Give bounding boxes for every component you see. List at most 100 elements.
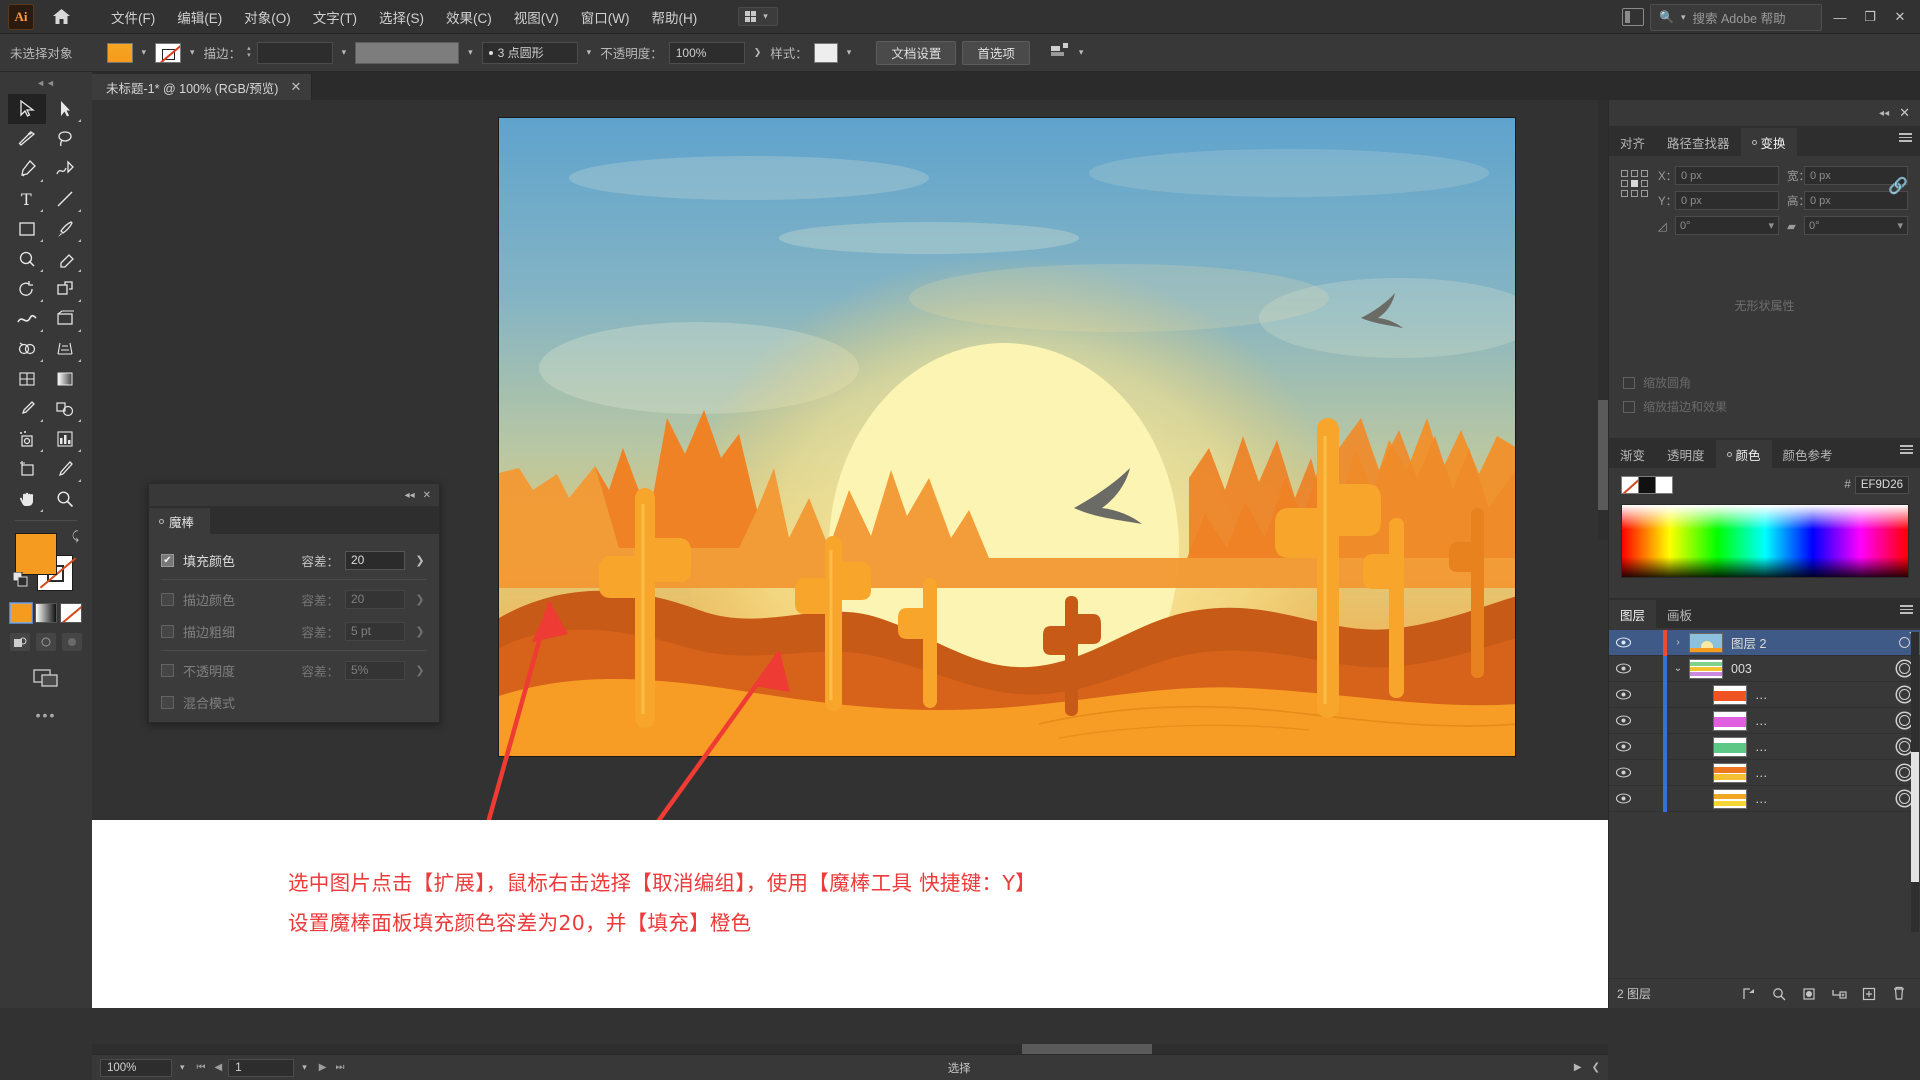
mesh-tool[interactable] [8,364,46,394]
none-mode-button[interactable] [60,603,82,623]
window-restore-button[interactable]: ❐ [1858,6,1882,28]
tolerance-slider-arrow-stroke-color[interactable]: ❯ [413,593,427,606]
color-spectrum-ramp[interactable] [1621,504,1909,578]
panel-menu-icon[interactable] [1900,605,1913,614]
line-segment-tool[interactable] [46,184,84,214]
swatch-none[interactable] [1621,476,1639,494]
hex-input[interactable]: EF9D26 [1854,476,1909,494]
tab-transform[interactable]: 变换 [1740,128,1797,156]
locate-object-icon[interactable] [1735,983,1763,1005]
canvas-horizontal-scrollbar[interactable] [92,1044,1608,1054]
eye-icon[interactable] [1609,767,1637,778]
checkbox-scale-strokes-row[interactable]: 缩放描边和效果 [1623,398,1908,415]
gradient-tool[interactable] [46,364,84,394]
menu-item-file[interactable]: 文件(F) [100,3,166,31]
perspective-grid-tool[interactable] [46,334,84,364]
layer-name[interactable]: … [1755,714,1887,728]
wand-row-stroke-weight[interactable]: 描边粗细 容差： 5 pt ❯ [161,615,427,647]
zoom-level-field[interactable]: 100% [100,1058,172,1077]
tab-magic-wand[interactable]: 魔棒 [149,508,211,534]
opacity-field[interactable]: 100% [668,41,745,64]
status-collapse-icon[interactable]: ❮ [1592,1062,1600,1073]
checkbox-stroke-weight[interactable] [161,624,174,638]
checkbox-scale-corners-row[interactable]: 缩放圆角 [1623,374,1908,391]
width-tool[interactable] [8,304,46,334]
eye-icon[interactable] [1609,793,1637,804]
reference-point-selector[interactable] [1621,170,1648,197]
search-adobe-help[interactable]: 🔍 ▾ 搜索 Adobe 帮助 [1650,3,1822,31]
slice-tool[interactable] [46,454,84,484]
chevron-down-icon[interactable]: ▾ [1076,47,1087,58]
zoom-tool[interactable] [46,484,84,514]
swap-fill-stroke-icon[interactable]: ⤹ [72,529,79,544]
selection-tool[interactable] [8,94,46,124]
rectangle-tool[interactable] [8,214,46,244]
tolerance-input-opacity[interactable]: 5% [345,660,405,680]
layer-row[interactable]: … [1609,785,1920,812]
checkbox-fill-color[interactable]: ✔ [161,553,174,567]
document-setup-button[interactable]: 文档设置 [876,40,957,65]
create-new-layer-icon[interactable] [1855,983,1883,1005]
x-field[interactable]: 0 px [1675,166,1779,185]
constrain-proportions-icon[interactable]: 🔗 [1888,176,1908,196]
wand-row-opacity[interactable]: 不透明度 容差： 5% ❯ [161,654,427,686]
search-layers-icon[interactable] [1765,983,1793,1005]
artboard-number-field[interactable]: 1 [228,1058,295,1077]
menu-item-effect[interactable]: 效果(C) [435,3,503,31]
layer-row[interactable]: … [1609,707,1920,734]
panel-menu-icon[interactable] [1899,133,1912,142]
menu-item-select[interactable]: 选择(S) [368,3,435,31]
menu-item-type[interactable]: 文字(T) [302,3,368,31]
make-clipping-mask-icon[interactable] [1795,983,1823,1005]
tab-color[interactable]: 颜色 [1715,440,1772,468]
checkbox-opacity[interactable] [161,663,174,677]
wand-row-blend-mode[interactable]: 混合模式 [161,686,427,718]
eyedropper-tool[interactable] [8,394,46,424]
draw-inside-button[interactable] [62,633,82,651]
expander-icon[interactable]: ⌄ [1667,663,1689,674]
draw-behind-button[interactable] [36,633,56,651]
checkbox-scale-strokes[interactable] [1623,400,1635,413]
hand-tool[interactable] [8,484,46,514]
scale-tool[interactable] [46,274,84,304]
magic-wand-panel[interactable]: ◂◂ ✕ 魔棒 ✔ 填充颜色 容差： 20 ❯ 描边颜色 容差： 20 ❯ 描边… [148,483,440,723]
tab-gradient[interactable]: 渐变 [1609,440,1656,468]
tab-pathfinder[interactable]: 路径查找器 [1656,128,1741,156]
color-mode-button[interactable] [9,602,33,624]
status-expand-icon[interactable]: ▶ [1574,1062,1582,1073]
chevron-down-icon[interactable]: ▾ [339,47,350,58]
menu-item-help[interactable]: 帮助(H) [640,3,708,31]
eye-icon[interactable] [1609,741,1637,752]
tab-layers[interactable]: 图层 [1609,600,1657,628]
panel-toggle-icon[interactable] [1622,8,1644,26]
layer-row[interactable]: › 图层 2 [1609,629,1920,656]
layer-row[interactable]: … [1609,759,1920,786]
chevron-down-icon[interactable]: ▾ [584,47,595,58]
delete-layer-icon[interactable] [1885,983,1913,1005]
toolbar-more-icon[interactable]: ••• [36,707,57,723]
pen-tool[interactable] [8,154,46,184]
graphic-style-swatch[interactable] [813,42,838,63]
canvas-vertical-scrollbar[interactable] [1598,100,1608,540]
chevron-down-icon[interactable]: ▾ [139,47,150,58]
stroke-weight-field[interactable] [256,41,333,64]
prev-artboard-button[interactable]: ◀ [215,1062,223,1073]
wand-row-fill-color[interactable]: ✔ 填充颜色 容差： 20 ❯ [161,544,427,576]
fill-swatch-large[interactable] [15,533,57,575]
last-artboard-button[interactable]: ⏭ [335,1062,344,1073]
menu-item-object[interactable]: 对象(O) [233,3,302,31]
gradient-mode-button[interactable] [35,603,57,623]
artboard-tool[interactable] [8,454,46,484]
chevron-down-icon[interactable]: ▾ [465,47,476,58]
magic-wand-panel-header[interactable]: ◂◂ ✕ [149,484,439,506]
layer-name[interactable]: … [1755,792,1887,806]
chevron-down-icon[interactable]: ▾ [300,1062,313,1073]
lasso-tool[interactable] [46,124,84,154]
close-icon[interactable]: ✕ [1899,105,1910,121]
workspace-switcher[interactable]: ▾ [738,7,778,26]
eye-icon[interactable] [1609,689,1637,700]
fill-color-swatch[interactable] [106,42,133,63]
stroke-profile-select[interactable]: 3 点圆形 [481,41,578,64]
eye-icon[interactable] [1609,663,1637,674]
menu-item-edit[interactable]: 编辑(E) [166,3,233,31]
